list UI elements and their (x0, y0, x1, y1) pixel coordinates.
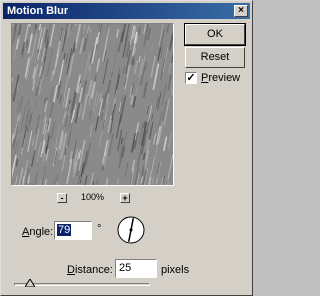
preview-image[interactable] (11, 23, 174, 186)
distance-value: 25 (119, 262, 132, 274)
minus-icon: - (60, 193, 64, 203)
zoom-level: 100% (81, 192, 105, 202)
preview-texture (12, 24, 173, 185)
angle-dial-center (129, 228, 133, 232)
close-button[interactable]: × (234, 5, 248, 17)
zoom-controls: - 100% + (1, 192, 191, 205)
reset-button[interactable]: Reset (185, 47, 245, 68)
distance-input[interactable]: 25 (115, 259, 157, 278)
title-bar[interactable]: Motion Blur × (3, 3, 250, 19)
blur-streak (131, 59, 135, 66)
preview-checkbox[interactable]: ✓ (185, 72, 197, 84)
close-icon: × (238, 5, 244, 16)
motion-blur-dialog: Motion Blur × - 100% + OK Reset ✓ Previe… (0, 0, 253, 296)
distance-label: Distance: (67, 264, 113, 276)
checkmark-icon: ✓ (186, 72, 196, 84)
plus-icon: + (122, 193, 128, 203)
preview-checkbox-label: Preview (201, 72, 241, 84)
angle-value: 79 (57, 224, 72, 236)
angle-dial[interactable] (116, 215, 146, 245)
degree-symbol: ° (97, 223, 102, 235)
angle-input[interactable]: 79 (54, 221, 92, 240)
zoom-in-button[interactable]: + (120, 193, 130, 203)
ok-button[interactable]: OK (184, 23, 246, 46)
distance-slider-thumb[interactable] (25, 279, 36, 287)
angle-label: Angle: (22, 226, 54, 238)
dialog-title: Motion Blur (7, 5, 69, 17)
zoom-out-button[interactable]: - (57, 193, 67, 203)
distance-units: pixels (161, 264, 190, 276)
